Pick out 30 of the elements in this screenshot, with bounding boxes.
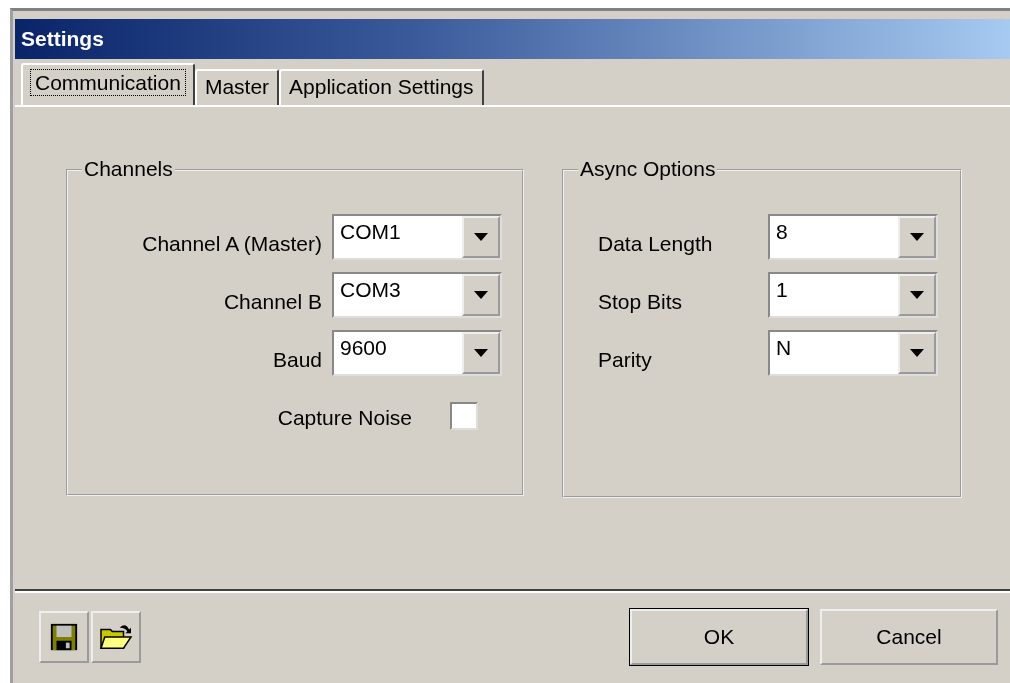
caret-icon — [474, 233, 488, 241]
caret-icon — [910, 233, 924, 241]
caret-icon — [474, 291, 488, 299]
caret-icon — [910, 291, 924, 299]
save-button[interactable] — [39, 611, 89, 663]
open-button[interactable] — [91, 611, 141, 663]
field-label: Data Length — [598, 231, 714, 256]
dropdown[interactable]: COM1 — [332, 214, 502, 260]
tab[interactable]: Application Settings — [279, 69, 484, 105]
caret-icon — [474, 349, 488, 357]
tab[interactable]: Master — [194, 69, 280, 105]
folder-icon — [99, 622, 133, 652]
checkbox-label: Capture Noise — [277, 405, 412, 430]
field-label: Baud — [272, 347, 322, 372]
dropdown[interactable]: COM3 — [332, 272, 502, 318]
dropdown[interactable]: 1 — [768, 272, 938, 318]
field-label: Stop Bits — [598, 289, 684, 314]
dropdown[interactable]: 9600 — [332, 330, 502, 376]
dropdown[interactable]: N — [768, 330, 938, 376]
caret-icon — [910, 349, 924, 357]
cancel-button[interactable]: Cancel — [820, 609, 998, 665]
ok-button[interactable]: OK — [630, 609, 808, 665]
window-title: Settings — [15, 19, 1010, 59]
field-label: Channel B — [223, 289, 322, 314]
floppy-disk-icon — [49, 622, 79, 652]
tab[interactable]: Communication — [21, 63, 195, 105]
field-label: Parity — [598, 347, 653, 372]
field-label: Channel A (Master) — [142, 231, 322, 256]
dropdown[interactable]: 8 — [768, 214, 938, 260]
checkbox[interactable] — [450, 402, 478, 430]
